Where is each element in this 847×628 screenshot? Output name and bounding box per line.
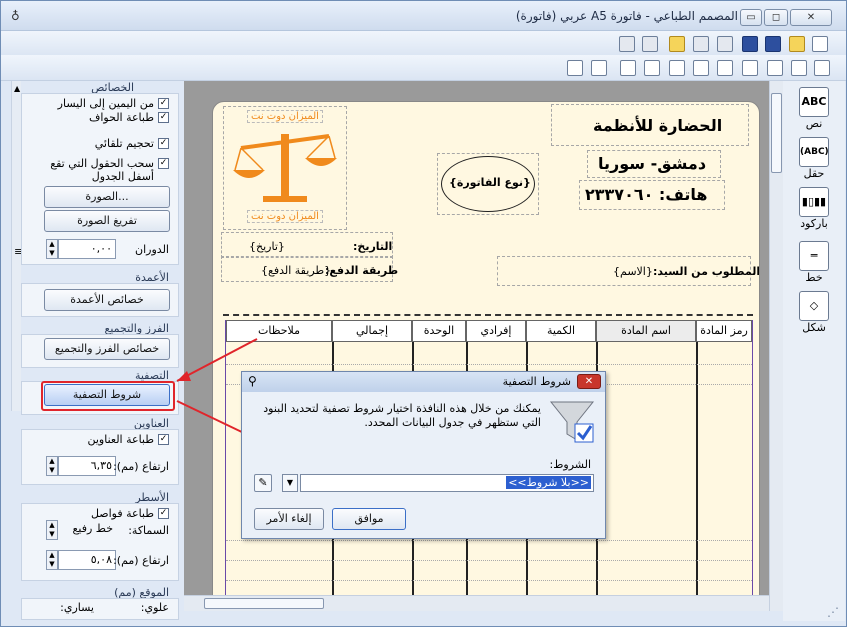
dialog-description: يمكنك من خلال هذه النافذة اختيار شروط تص… bbox=[263, 402, 541, 429]
filter-funnel-small-icon: ⚲ bbox=[248, 374, 257, 388]
ok-button[interactable]: موافق bbox=[332, 508, 406, 530]
conditions-dropdown-arrow-icon[interactable]: ▼ bbox=[282, 474, 298, 492]
dialog-close-icon[interactable]: ✕ bbox=[577, 374, 601, 389]
edit-conditions-icon[interactable]: ✎ bbox=[254, 474, 272, 492]
arrow-head-icon bbox=[177, 371, 191, 381]
filter-conditions-dialog: ⚲ شروط التصفية ✕ يمكنك من خلال هذه الناف… bbox=[241, 371, 606, 539]
conditions-select[interactable]: <<بلا شروط>> bbox=[300, 474, 594, 492]
designer-window: ♁ المصمم الطباعي - فاتورة A5 عربي (فاتور… bbox=[0, 0, 847, 627]
dialog-title-bar: ⚲ شروط التصفية ✕ bbox=[242, 372, 605, 392]
resize-grip-icon[interactable]: ⋰ bbox=[827, 605, 839, 619]
filter-funnel-icon bbox=[549, 401, 595, 443]
conditions-label: الشروط: bbox=[549, 458, 591, 471]
conditions-selected-value: <<بلا شروط>> bbox=[506, 476, 591, 489]
dialog-title: شروط التصفية bbox=[502, 375, 571, 388]
cancel-button[interactable]: إلغاء الأمر bbox=[254, 508, 324, 530]
